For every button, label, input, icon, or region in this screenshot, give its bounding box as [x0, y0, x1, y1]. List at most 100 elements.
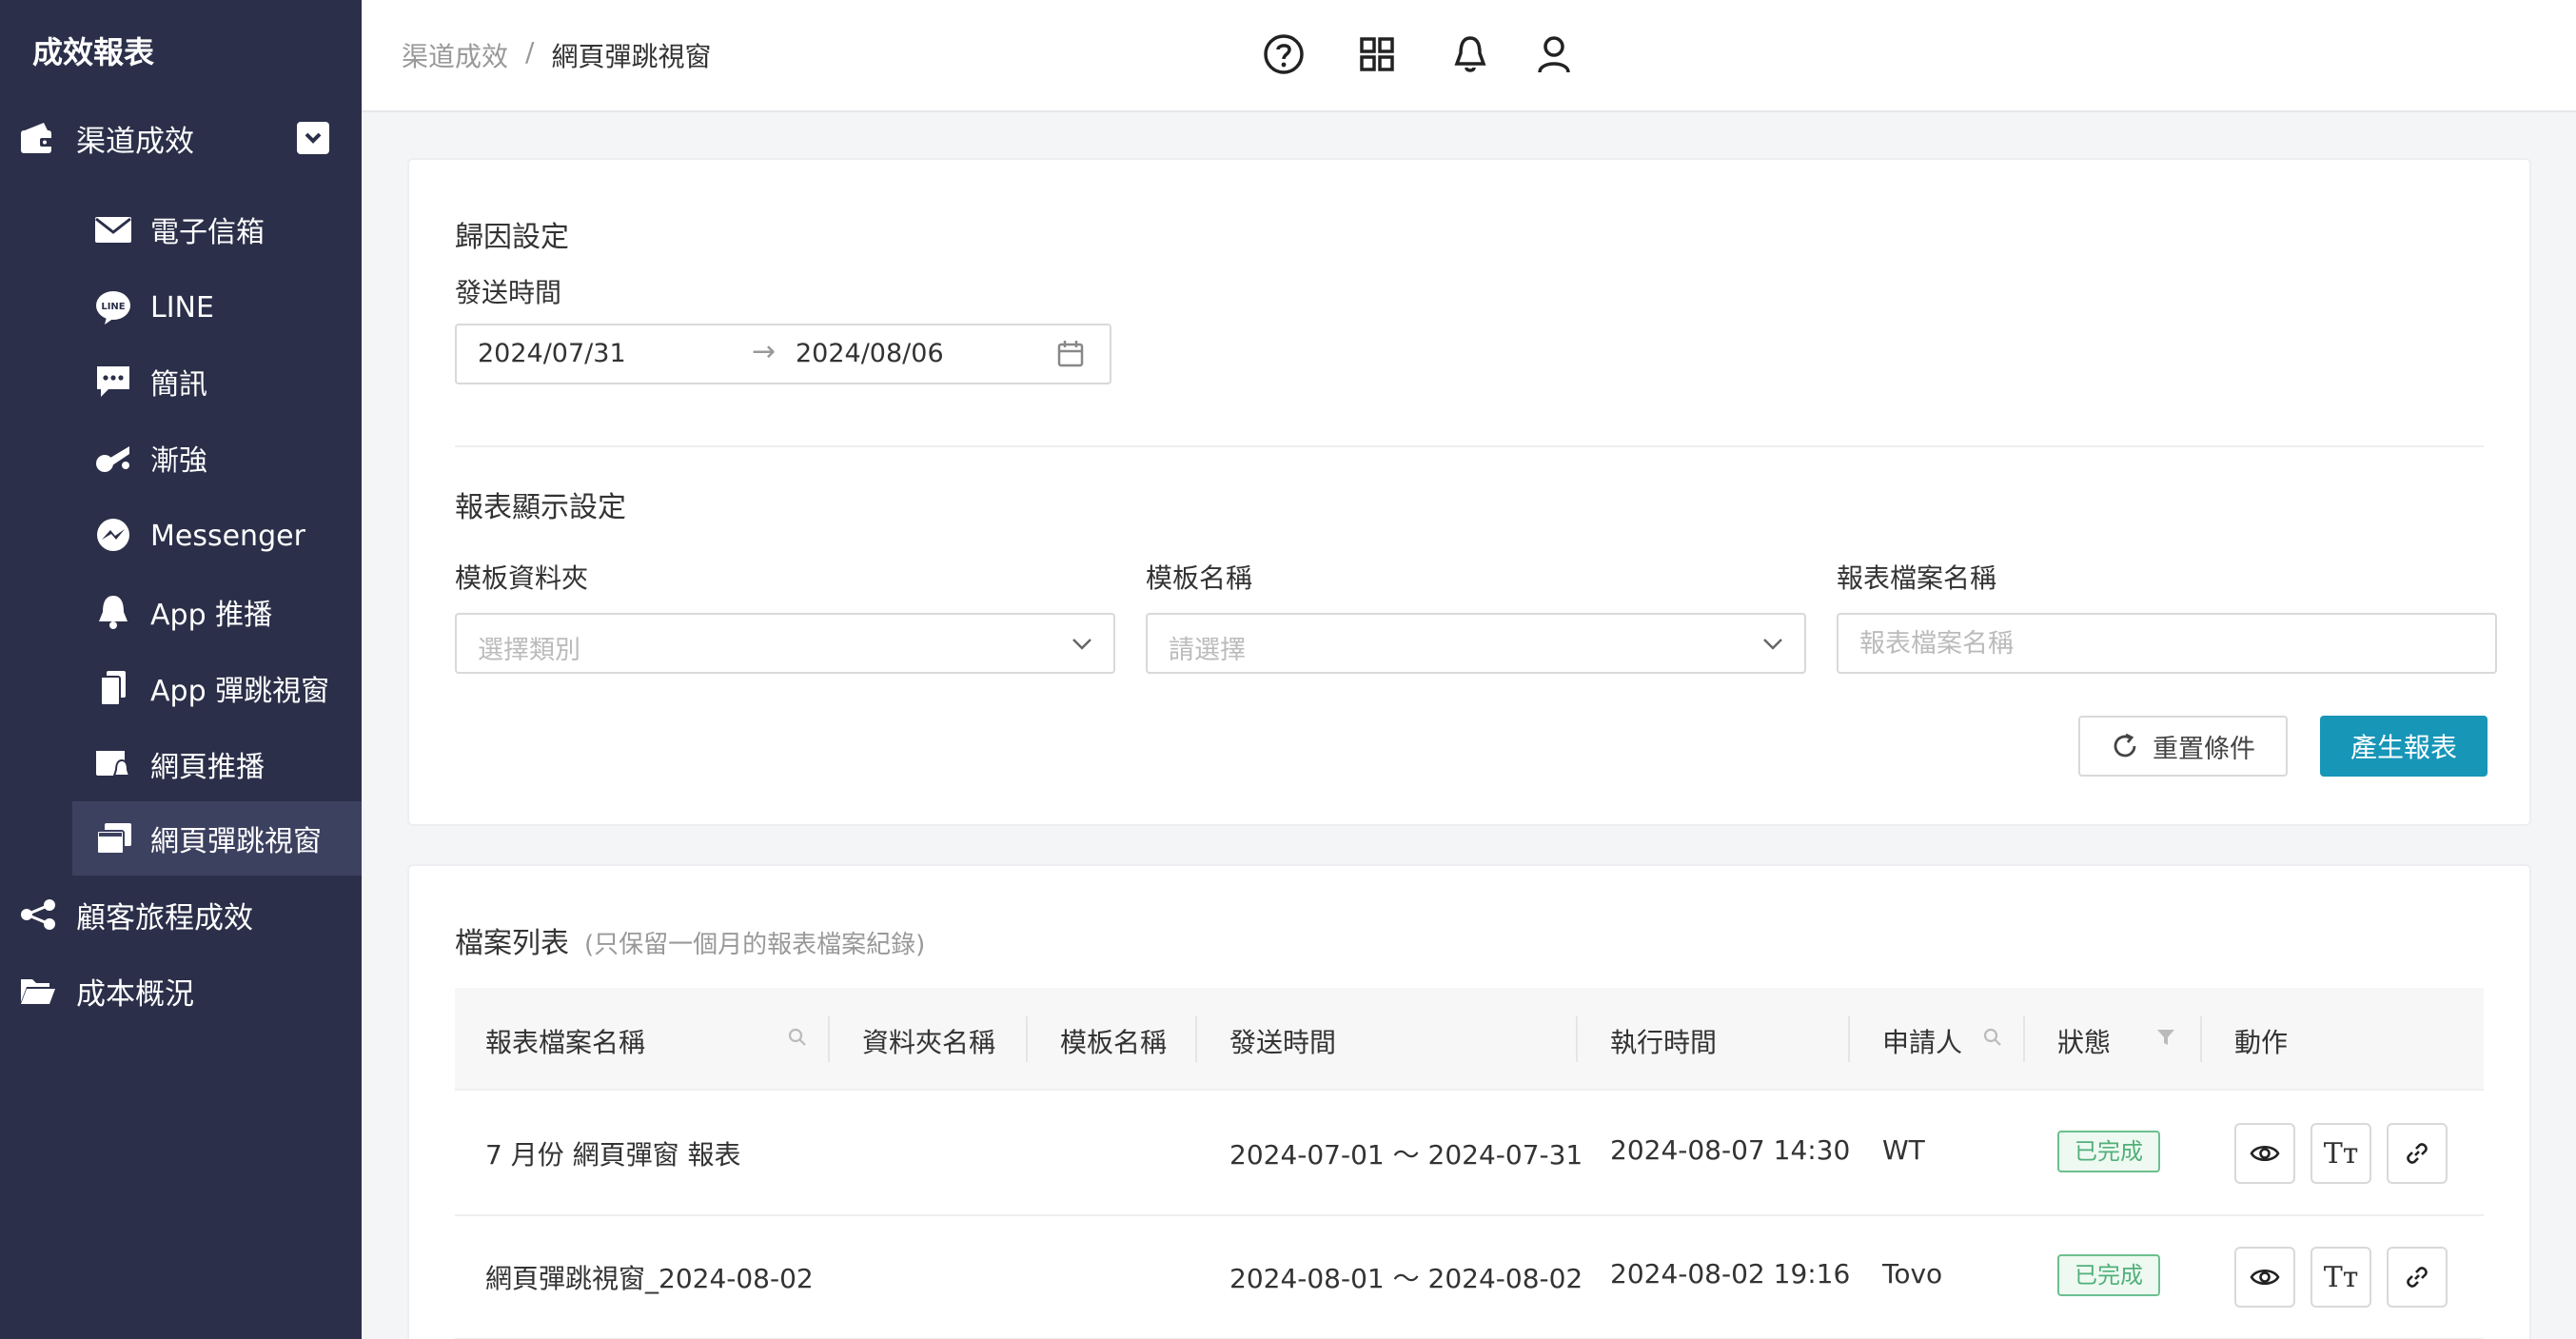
sidebar-group-journey[interactable]: 顧客旅程成效: [0, 877, 362, 952]
eye-icon: [2250, 1145, 2280, 1162]
sidebar-group-channel[interactable]: 渠道成效: [0, 101, 362, 175]
settings-card: 歸因設定 發送時間 2024/07/31 → 2024/08/06 報表顯示設定…: [407, 158, 2531, 826]
copy-link-button[interactable]: [2387, 1123, 2448, 1184]
bell-icon: [99, 596, 128, 629]
sidebar-item-label: 網頁推播: [150, 751, 265, 784]
breadcrumb-current: 網頁彈跳視窗: [551, 41, 712, 72]
eye-icon: [2250, 1269, 2280, 1286]
sidebar-item-label: App 推播: [150, 599, 273, 632]
range-arrow-icon: →: [752, 335, 777, 368]
sidebar-group-label: 渠道成效: [76, 124, 194, 159]
folder-select-placeholder: 選擇類別: [478, 636, 580, 665]
rename-button[interactable]: Tт: [2311, 1247, 2371, 1308]
search-icon[interactable]: [786, 1026, 809, 1049]
sidebar-item-email[interactable]: 電子信箱: [72, 192, 362, 266]
file-list-heading: 檔案列表 (只保留一個月的報表檔案紀錄): [455, 919, 925, 961]
folder-open-icon: [21, 979, 55, 1004]
cell-applicant: WT: [1882, 1134, 1925, 1166]
send-time-label: 發送時間: [455, 277, 562, 308]
sidebar-item-label: 簡訊: [150, 368, 207, 402]
chevron-down-icon[interactable]: [297, 122, 329, 154]
sidebar-item-label: 電子信箱: [150, 216, 265, 249]
app-popup-icon: [100, 671, 126, 706]
text-size-icon: Tт: [2323, 1260, 2359, 1294]
attribution-title: 歸因設定: [455, 221, 569, 254]
table-row: 7 月份 網頁彈窗 報表 2024-07-01 ～ 2024-07-31 202…: [455, 1093, 2484, 1216]
folder-label: 模板資料夾: [455, 562, 589, 594]
column-header-status: 狀態: [2057, 1027, 2112, 1058]
display-title: 報表顯示設定: [455, 491, 626, 524]
sidebar-item-line[interactable]: LINE LINE: [72, 270, 362, 345]
filename-input[interactable]: [1837, 613, 2497, 674]
column-separator: [2200, 1016, 2202, 1062]
sidebar-item-app-popup[interactable]: App 彈跳視窗: [72, 651, 362, 725]
user-icon[interactable]: [1532, 32, 1576, 76]
column-header-applicant: 申請人: [1882, 1027, 1963, 1058]
cell-send-time: 2024-07-01 ～ 2024-07-31: [1229, 1139, 1583, 1171]
apps-grid-icon[interactable]: [1355, 32, 1399, 76]
sidebar-item-web-push[interactable]: 網頁推播: [72, 727, 362, 801]
help-icon[interactable]: [1262, 32, 1306, 76]
sidebar-group-cost[interactable]: 成本概況: [0, 954, 362, 1028]
status-badge: 已完成: [2057, 1131, 2160, 1172]
sidebar-item-label: 漸強: [150, 444, 207, 478]
sidebar-group-label: 成本概況: [76, 976, 194, 1012]
column-separator: [1195, 1016, 1197, 1062]
reset-button-label: 重置條件: [2153, 734, 2255, 764]
link-icon: [2407, 1143, 2428, 1164]
start-date[interactable]: 2024/07/31: [478, 339, 626, 368]
email-icon: [95, 217, 131, 243]
column-separator: [1026, 1016, 1028, 1062]
cell-exec-time: 2024-08-02 19:16: [1610, 1258, 1851, 1290]
sidebar-item-crescendo[interactable]: 漸強: [72, 421, 362, 495]
column-header-filename: 報表檔案名稱: [485, 1027, 646, 1058]
breadcrumb-separator: /: [525, 36, 535, 68]
template-select[interactable]: 請選擇: [1146, 613, 1806, 674]
sidebar-item-app-push[interactable]: App 推播: [72, 575, 362, 649]
link-icon: [2407, 1267, 2428, 1288]
view-button[interactable]: [2234, 1123, 2295, 1184]
line-icon: LINE: [96, 291, 130, 325]
sidebar-item-web-popup[interactable]: 網頁彈跳視窗: [72, 801, 362, 876]
calendar-icon[interactable]: [1056, 339, 1085, 369]
refresh-icon: [2114, 733, 2136, 758]
journey-icon: [21, 899, 55, 930]
reset-button[interactable]: 重置條件: [2078, 716, 2288, 777]
date-range-picker[interactable]: 2024/07/31 → 2024/08/06: [455, 324, 1111, 384]
breadcrumb-root[interactable]: 渠道成效: [402, 36, 508, 74]
table-header: 報表檔案名稱 資料夾名稱 模板名稱 發送時間 執行時間 申請人 狀態 動作: [455, 988, 2484, 1091]
file-list-note: (只保留一個月的報表檔案紀錄): [584, 931, 926, 959]
column-separator: [1848, 1016, 1850, 1062]
filename-label: 報表檔案名稱: [1837, 562, 1997, 594]
end-date[interactable]: 2024/08/06: [796, 339, 944, 368]
rename-button[interactable]: Tт: [2311, 1123, 2371, 1184]
search-icon[interactable]: [1981, 1026, 2004, 1049]
section-divider: [455, 445, 2484, 447]
svg-text:LINE: LINE: [101, 302, 125, 312]
text-size-icon: Tт: [2323, 1136, 2359, 1171]
copy-link-button[interactable]: [2387, 1247, 2448, 1308]
column-header-template: 模板名稱: [1060, 1027, 1168, 1058]
template-label: 模板名稱: [1146, 562, 1253, 594]
column-header-folder: 資料夾名稱: [862, 1027, 996, 1058]
template-select-placeholder: 請選擇: [1169, 636, 1246, 665]
folder-select[interactable]: 選擇類別: [455, 613, 1115, 674]
view-button[interactable]: [2234, 1247, 2295, 1308]
crescendo-icon: [96, 446, 129, 472]
sms-icon: [97, 366, 129, 397]
sidebar-item-messenger[interactable]: Messenger: [72, 499, 362, 573]
file-list-card: 檔案列表 (只保留一個月的報表檔案紀錄) 報表檔案名稱 資料夾名稱 模板名稱 發…: [407, 864, 2531, 1339]
messenger-icon: [97, 519, 129, 551]
notification-bell-icon[interactable]: [1448, 32, 1492, 76]
cell-send-time: 2024-08-01 ～ 2024-08-02: [1229, 1263, 1583, 1294]
generate-report-button[interactable]: 產生報表: [2320, 716, 2488, 777]
sidebar-group-label: 顧客旅程成效: [76, 900, 253, 935]
sidebar-item-label: App 彈跳視窗: [150, 675, 330, 708]
sidebar-item-sms[interactable]: 簡訊: [72, 345, 362, 419]
breadcrumb: 渠道成效 / 網頁彈跳視窗: [402, 36, 711, 74]
web-push-icon: [96, 751, 131, 777]
column-header-send-time: 發送時間: [1229, 1027, 1337, 1058]
cell-exec-time: 2024-08-07 14:30: [1610, 1134, 1851, 1166]
sidebar-item-label: LINE: [150, 290, 214, 325]
filter-icon[interactable]: [2154, 1026, 2177, 1049]
